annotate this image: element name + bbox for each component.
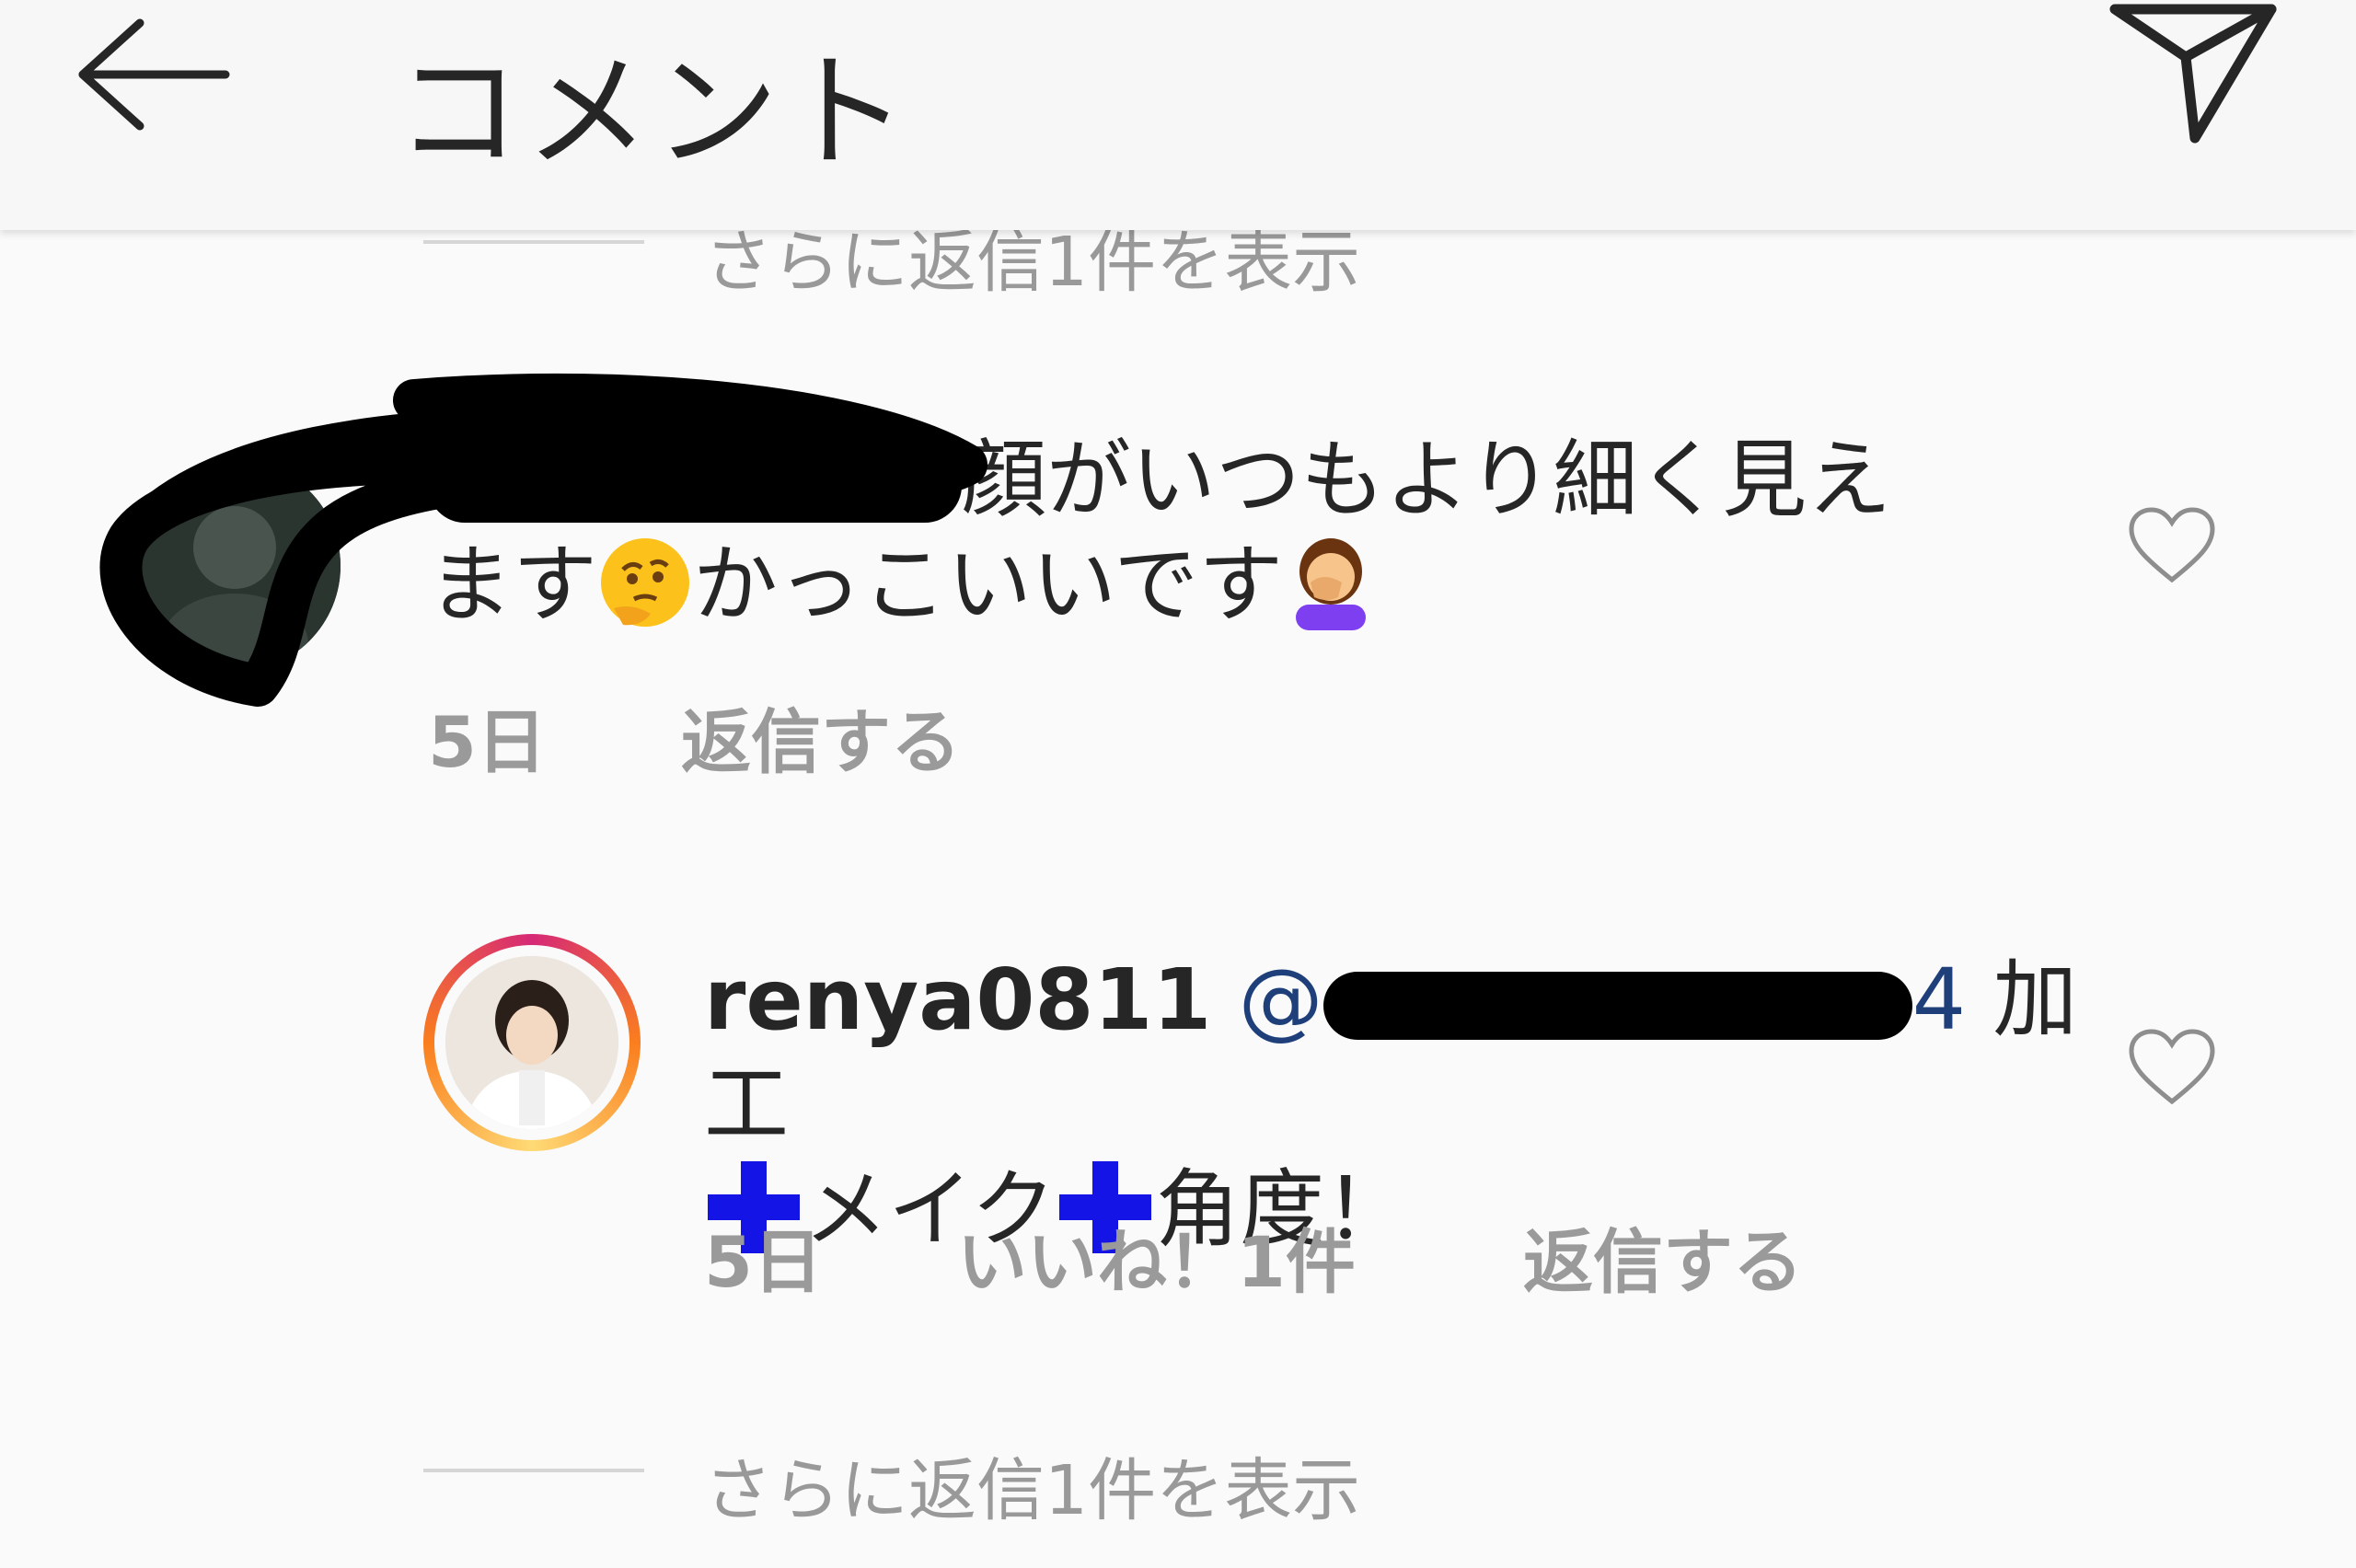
back-button[interactable] — [74, 14, 239, 152]
like-button[interactable] — [2126, 504, 2218, 587]
divider-line — [423, 240, 644, 244]
back-arrow-icon — [78, 18, 230, 131]
like-button[interactable] — [2126, 1026, 2218, 1109]
top-app-bar: コメント — [0, 0, 2356, 230]
view-replies-label: さらに返信1件を表示 — [704, 1451, 1361, 1530]
divider-line — [423, 1469, 644, 1472]
send-icon — [2109, 4, 2277, 144]
direct-message-button[interactable] — [2108, 0, 2282, 147]
page-title: コメント — [396, 40, 911, 186]
reply-button[interactable]: 返信する — [1523, 1205, 1803, 1307]
mention-suffix[interactable]: 4 — [1912, 951, 1967, 1049]
redacted-mention — [1322, 971, 1912, 1040]
redaction-scribble — [99, 373, 987, 707]
reply-avatar[interactable] — [423, 934, 641, 1151]
comment-text-line1: 顔がいつもより細く見え — [962, 431, 1892, 529]
reply-timestamp: 5日 — [704, 1221, 823, 1303]
mention-prefix[interactable]: @ — [1239, 951, 1323, 1049]
likes-count[interactable]: いいね！1件 — [957, 1205, 1356, 1307]
reply-body: renya0811 @4 加工 メイク 角度！ — [704, 948, 2103, 1262]
reply-username[interactable]: renya0811 — [704, 951, 1211, 1049]
avatar-photo — [445, 956, 618, 1129]
heart-icon — [2129, 507, 2215, 583]
heart-icon — [2129, 1029, 2215, 1105]
woman-facepalming-icon — [1296, 538, 1367, 630]
